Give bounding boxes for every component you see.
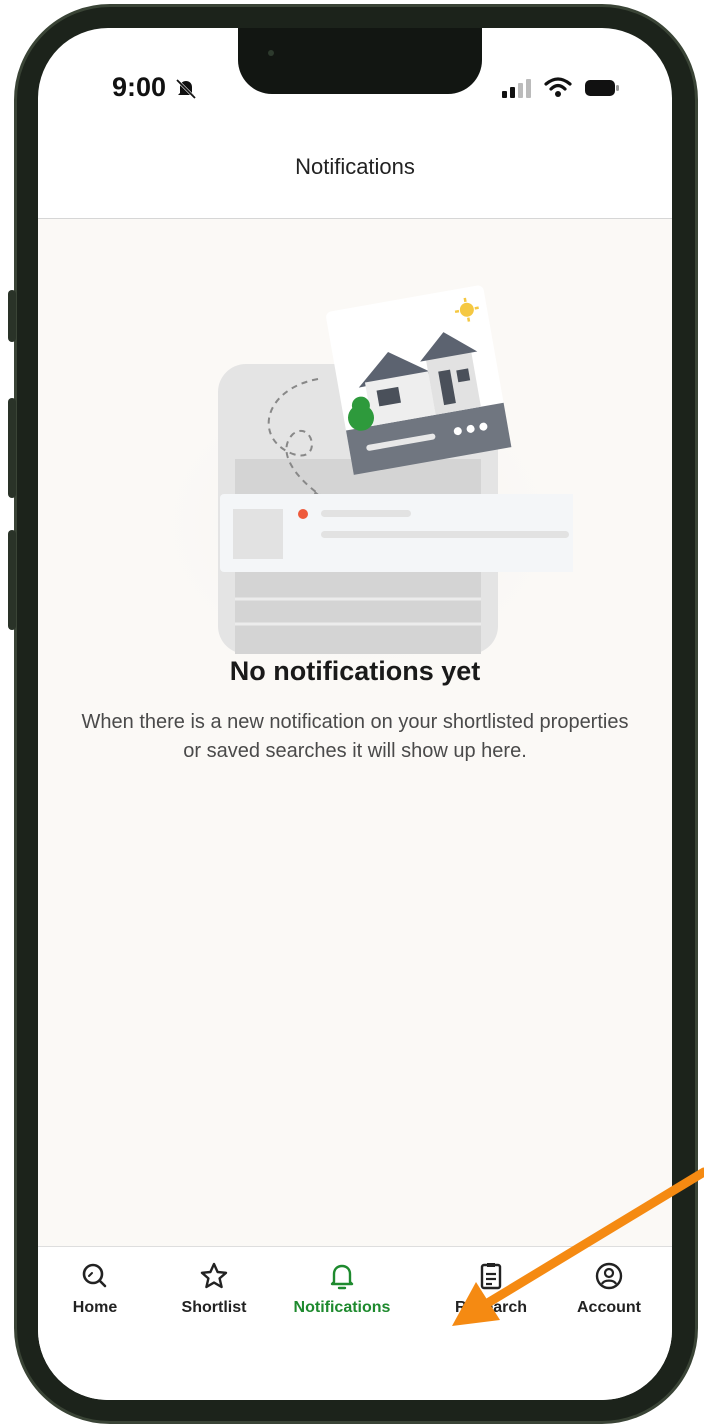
annotation-arrow-icon: [452, 1167, 704, 1326]
